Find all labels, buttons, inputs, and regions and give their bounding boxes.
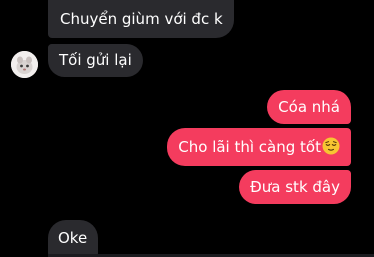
message-text: Oke — [58, 229, 88, 247]
message-bubble-incoming[interactable]: Tối gửi lại — [48, 44, 143, 77]
message-text: Cho lãi thì càng tốt — [178, 138, 321, 156]
message-text: Tối gửi lại — [59, 51, 132, 69]
message-bubble-outgoing[interactable]: Cóa nhá — [267, 90, 351, 124]
message-text: Cóa nhá — [278, 98, 340, 116]
message-bubble-outgoing[interactable]: Đưa stk đây — [239, 170, 351, 204]
message-bubble-incoming[interactable]: Oke — [48, 220, 99, 257]
avatar-image — [11, 51, 38, 78]
message-text: Đưa stk đây — [250, 178, 340, 196]
message-bubble-outgoing[interactable]: Cho lãi thì càng tốt — [167, 128, 351, 166]
contact-avatar[interactable] — [11, 51, 38, 78]
relieved-face-icon — [322, 137, 340, 155]
message-text: Chuyển giùm với đc k — [60, 10, 223, 28]
message-bubble-incoming[interactable]: Chuyển giùm với đc k — [48, 0, 234, 38]
